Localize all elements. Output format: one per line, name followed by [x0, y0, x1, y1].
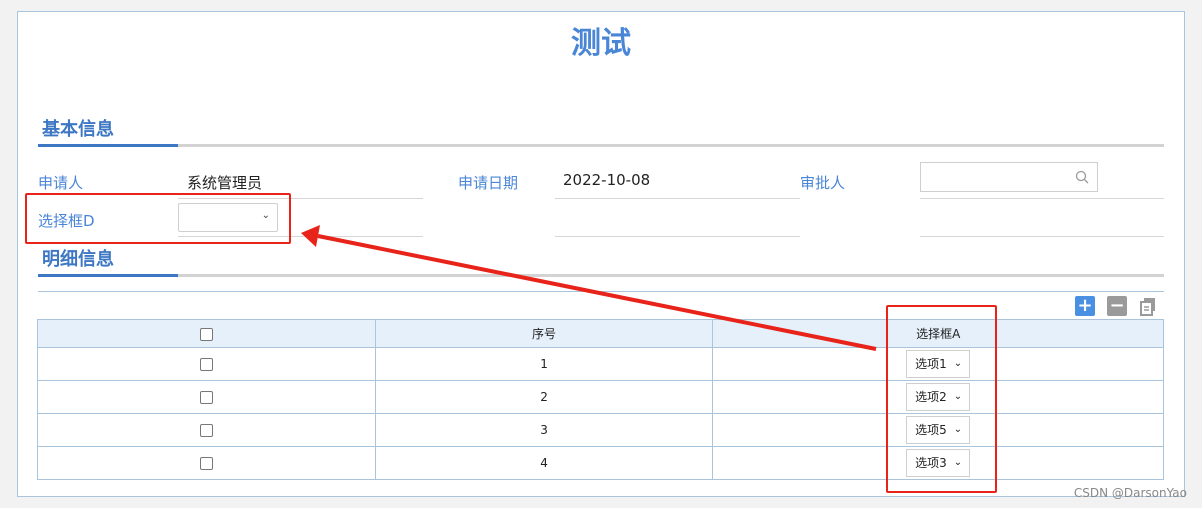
row-index: 2: [374, 380, 714, 414]
annotation-box-select-d: [25, 193, 291, 244]
approver-input[interactable]: [920, 162, 1098, 192]
row-checkbox[interactable]: [199, 424, 213, 437]
basic-section-title: 基本信息: [42, 119, 114, 140]
select-all-checkbox[interactable]: [199, 327, 213, 341]
add-row-button[interactable]: +: [1075, 296, 1095, 316]
form-title: 测试: [571, 26, 631, 61]
row-checkbox[interactable]: [199, 457, 213, 470]
approver-label: 审批人: [800, 174, 846, 192]
apply-date-underline: [555, 198, 800, 199]
apply-date-value: 2022-10-08: [563, 171, 651, 189]
index-header: 序号: [374, 319, 714, 348]
row-index: 3: [374, 413, 714, 447]
row2-underline-3: [920, 236, 1164, 237]
select-all-header: [37, 319, 376, 348]
annotation-box-select-a: [886, 305, 997, 493]
plus-icon: +: [1077, 295, 1093, 316]
row-index: 1: [374, 347, 714, 381]
detail-section-divider: [38, 274, 1164, 277]
detail-section-rule: [38, 291, 1164, 292]
remove-row-button[interactable]: −: [1107, 296, 1127, 316]
search-icon[interactable]: [1075, 170, 1089, 184]
basic-section-divider: [38, 144, 1164, 147]
watermark: CSDN @DarsonYao: [1073, 486, 1187, 500]
applicant-value: 系统管理员: [187, 174, 263, 192]
row-index: 4: [374, 446, 714, 480]
minus-icon: −: [1109, 295, 1125, 316]
row-checkbox[interactable]: [199, 358, 213, 371]
approver-underline: [920, 198, 1164, 199]
detail-section-title: 明细信息: [42, 249, 114, 270]
apply-date-label: 申请日期: [458, 174, 519, 192]
copy-row-button[interactable]: [1138, 296, 1158, 316]
row2-underline-2: [555, 236, 800, 237]
applicant-label: 申请人: [38, 174, 84, 192]
row-checkbox[interactable]: [199, 391, 213, 404]
copy-icon: [1140, 298, 1155, 316]
